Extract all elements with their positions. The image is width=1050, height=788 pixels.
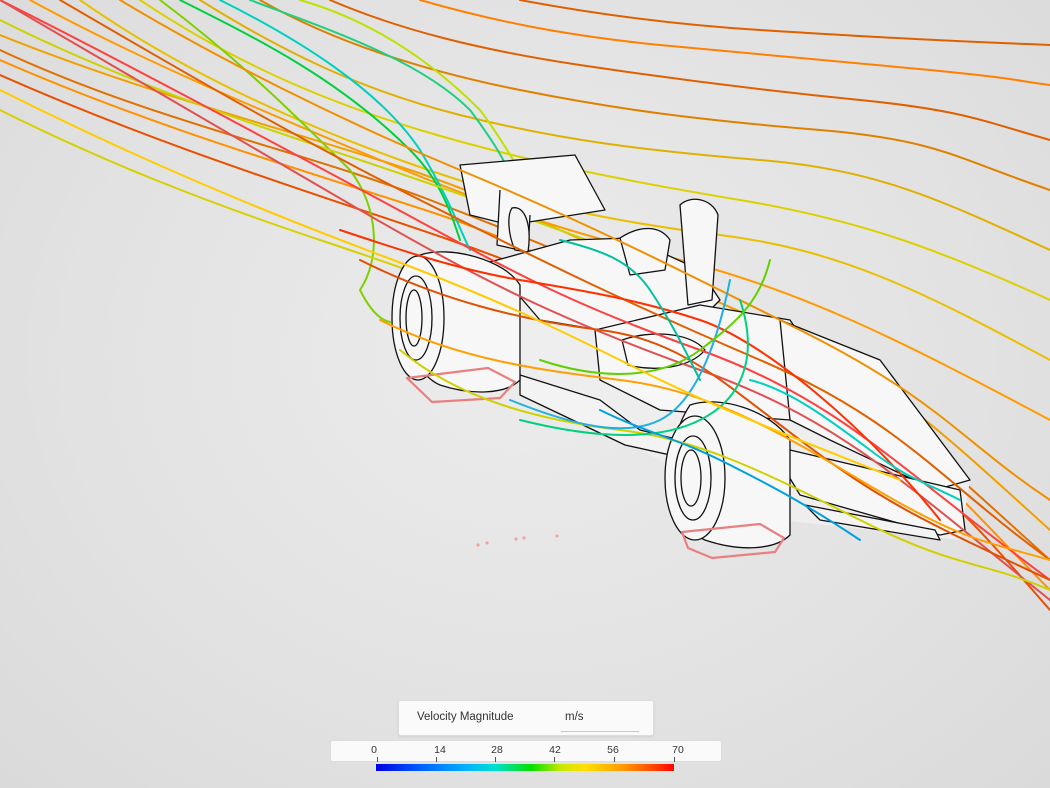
- legend-tick-label: 0: [371, 744, 377, 756]
- legend-tick-mark: [495, 757, 496, 762]
- legend-tick-mark: [377, 757, 378, 762]
- legend-tick-label: 56: [607, 744, 619, 756]
- legend-tick-mark: [436, 757, 437, 762]
- seed-point: [522, 536, 526, 540]
- seed-point: [555, 534, 559, 538]
- legend-tick-label: 70: [672, 744, 684, 756]
- 3d-viewport[interactable]: [0, 0, 1050, 788]
- particle-seeds: [476, 534, 559, 547]
- legend-title-panel: Velocity Magnitude m/s: [398, 700, 654, 736]
- streamline: [299, 0, 531, 186]
- legend-tick-mark: [674, 757, 675, 762]
- seed-point: [514, 537, 518, 541]
- legend-tick-label: 14: [434, 744, 446, 756]
- streamline: [419, 0, 1050, 86]
- legend-tick-label: 28: [491, 744, 503, 756]
- legend-tick-label: 42: [549, 744, 561, 756]
- rear-wing: [459, 154, 606, 226]
- legend-quantity-label: Velocity Magnitude: [417, 711, 514, 723]
- streamline: [199, 0, 1050, 251]
- seed-point: [476, 543, 480, 547]
- legend-unit-label: m/s: [565, 711, 584, 723]
- front-tyre-hub-inner: [680, 449, 702, 507]
- legend-tick-mark: [614, 757, 615, 762]
- legend-colorbar: [376, 764, 674, 771]
- seed-point: [485, 541, 489, 545]
- legend-tick-mark: [554, 757, 555, 762]
- streamline: [259, 0, 1050, 191]
- legend-scale-panel: 0 14 28 42 56 70: [330, 740, 722, 762]
- unit-selector[interactable]: m/s: [561, 705, 639, 732]
- streamline: [179, 0, 461, 241]
- airbox: [619, 227, 671, 276]
